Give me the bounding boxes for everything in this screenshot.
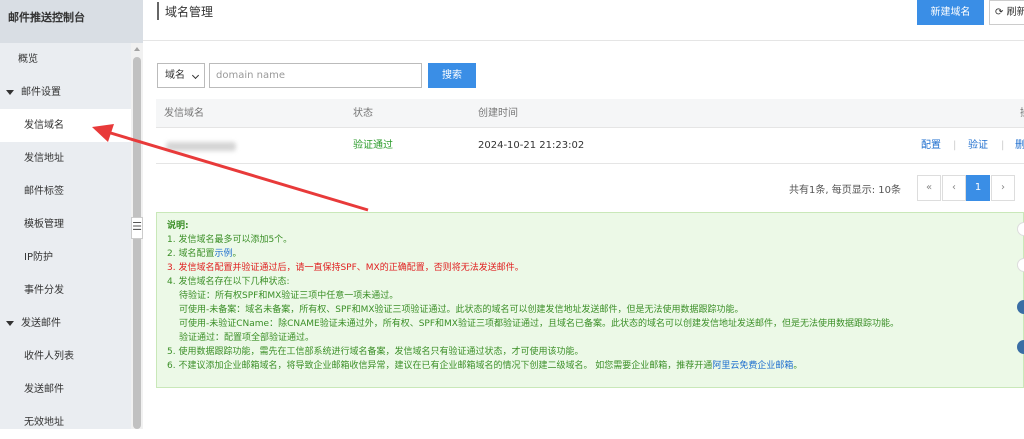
- free-enterprise-mail-link[interactable]: 阿里云免费企业邮箱: [712, 361, 793, 371]
- pagination-summary: 共有1条, 每页显示: 10条: [789, 185, 901, 196]
- action-separator: |: [1001, 140, 1005, 151]
- search-button[interactable]: 搜索: [428, 63, 476, 88]
- notice-line: 验证通过：配置项全部验证通过。: [179, 333, 315, 343]
- caret-down-icon: [6, 89, 14, 95]
- sidebar-group-label: 邮件设置: [21, 87, 61, 98]
- floating-widget[interactable]: [1017, 300, 1024, 314]
- next-page-button[interactable]: ›: [991, 175, 1015, 201]
- refresh-button[interactable]: ⟳ 刷新: [989, 0, 1024, 25]
- search-type-select[interactable]: 域名: [157, 63, 205, 88]
- page-1-button[interactable]: 1: [966, 175, 990, 201]
- refresh-icon: ⟳: [995, 7, 1004, 18]
- sidebar-item-send-mail[interactable]: 发送邮件: [0, 373, 131, 406]
- action-separator: |: [953, 140, 957, 151]
- floating-widget[interactable]: [1017, 222, 1024, 236]
- sidebar-item-invalid-address[interactable]: 无效地址: [0, 406, 131, 439]
- verify-link[interactable]: 验证: [968, 128, 988, 164]
- notice-text: 2. 域名配置: [167, 249, 215, 259]
- sidebar-group-label: 发送邮件: [21, 318, 61, 329]
- sidebar-item-ip-protection[interactable]: IP防护: [0, 241, 131, 274]
- notice-text: 6. 不建议添加企业邮箱域名，将导致企业邮箱收信异常，建议在已有企业邮箱域名的情…: [167, 361, 713, 371]
- page-title: 域名管理: [165, 5, 214, 19]
- new-domain-button[interactable]: 新建域名: [917, 0, 984, 25]
- search-input[interactable]: [209, 63, 422, 88]
- refresh-label: 刷新: [1006, 7, 1024, 18]
- search-type-value: 域名: [165, 70, 185, 81]
- sidebar-group-mail-settings[interactable]: 邮件设置: [0, 76, 131, 109]
- sidebar-menu: 概览 邮件设置 发信域名 发信地址 邮件标签 模板管理 IP防护 事件分发 发送…: [0, 43, 131, 439]
- created-time-cell: 2024-10-21 21:23:02: [478, 140, 585, 151]
- notice-line: 5. 使用数据跟踪功能，需先在工信部系统进行域名备案，发信域名只有验证通过状态，…: [167, 347, 584, 357]
- notice-line: 待验证：所有权SPF和MX验证三项中任意一项未通过。: [179, 291, 399, 301]
- sidebar-item-event-dispatch[interactable]: 事件分发: [0, 274, 131, 307]
- notice-warning: 3. 发信域名配置并验证通过后，请一直保持SPF、MX的正确配置，否则将无法发送…: [167, 263, 524, 273]
- configure-link[interactable]: 配置: [921, 128, 941, 164]
- floating-widget[interactable]: [1017, 258, 1024, 272]
- column-header-created: 创建时间: [478, 108, 518, 119]
- notice-box: 说明: 1. 发信域名最多可以添加5个。 2. 域名配置示例。 3. 发信域名配…: [156, 212, 1024, 388]
- notice-line: 4. 发信域名存在以下几种状态:: [167, 277, 290, 287]
- chevron-down-icon: [191, 71, 200, 80]
- prev-page-button[interactable]: ‹: [942, 175, 966, 201]
- sidebar-group-send-mail[interactable]: 发送邮件: [0, 307, 131, 340]
- notice-line: 2. 域名配置示例。: [167, 247, 1013, 261]
- sidebar-collapse-icon[interactable]: ☰: [131, 217, 143, 239]
- notice-text: 。: [232, 249, 242, 259]
- sidebar-item-recipient-list[interactable]: 收件人列表: [0, 340, 131, 373]
- first-page-button[interactable]: «: [917, 175, 941, 201]
- notice-line: 可使用-未备案：域名未备案，所有权、SPF和MX验证三项验证通过。此状态的域名可…: [179, 305, 744, 315]
- header-divider: [143, 40, 1024, 41]
- floating-widget[interactable]: [1017, 340, 1024, 354]
- notice-title: 说明:: [167, 221, 189, 231]
- sidebar-item-overview[interactable]: 概览: [0, 43, 131, 76]
- scroll-up-icon[interactable]: [134, 47, 140, 51]
- caret-down-icon: [6, 320, 14, 326]
- notice-text: 。: [793, 361, 803, 371]
- annotation-arrow-icon: [92, 124, 369, 212]
- title-accent-bar: [157, 2, 159, 20]
- scroll-thumb[interactable]: [133, 57, 141, 429]
- notice-line: 6. 不建议添加企业邮箱域名，将导致企业邮箱收信异常，建议在已有企业邮箱域名的情…: [167, 359, 1013, 373]
- column-header-actions: 操: [1020, 99, 1024, 128]
- notice-line: 1. 发信域名最多可以添加5个。: [167, 235, 293, 245]
- console-brand: 邮件推送控制台: [0, 0, 143, 43]
- delete-link[interactable]: 删: [1015, 128, 1024, 164]
- example-link[interactable]: 示例: [214, 249, 232, 259]
- notice-line: 可使用-未验证CName：除CNAME验证未通过外，所有权、SPF和MX验证三项…: [179, 319, 899, 329]
